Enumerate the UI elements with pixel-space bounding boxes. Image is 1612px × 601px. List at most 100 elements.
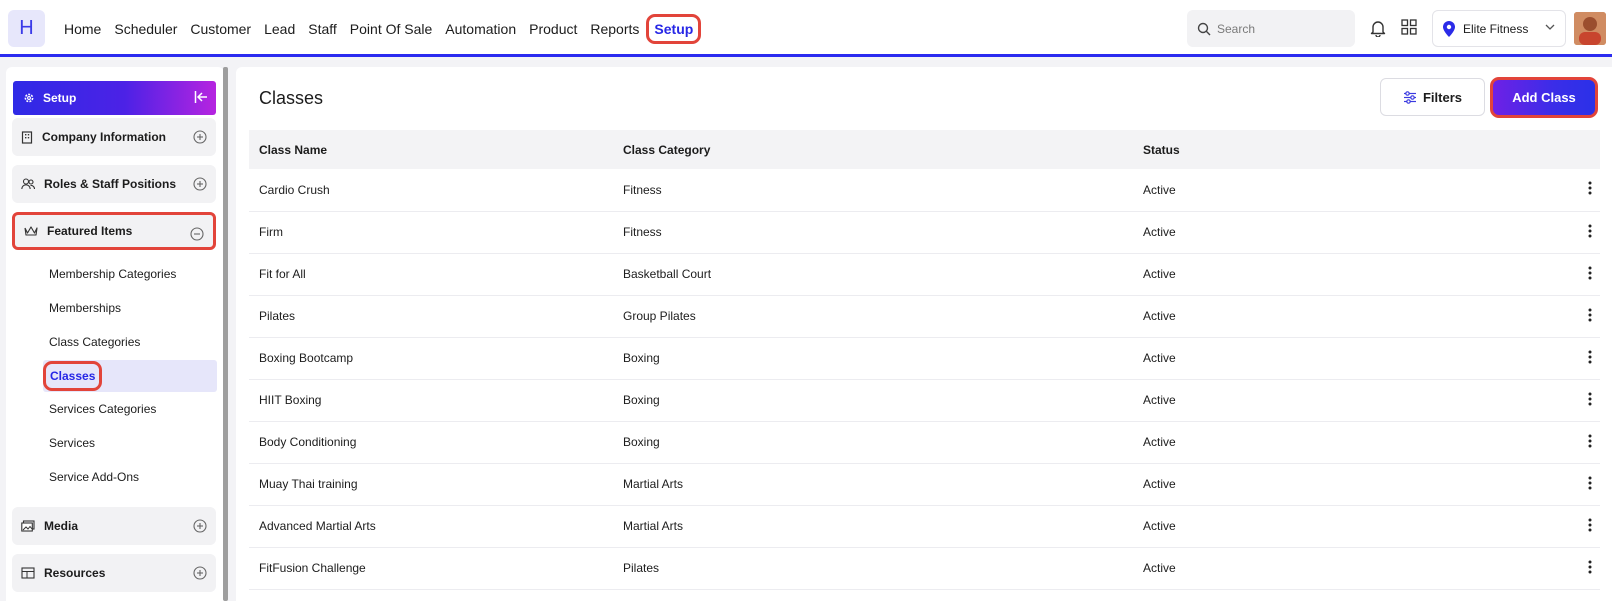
app-logo[interactable]: H xyxy=(8,10,45,47)
sidebar-item-classes[interactable]: Classes xyxy=(43,360,217,392)
table-row[interactable]: Firm Fitness Active xyxy=(249,211,1600,253)
row-actions[interactable] xyxy=(1553,505,1600,547)
plus-circle-icon[interactable] xyxy=(193,519,207,533)
kebab-menu-icon[interactable] xyxy=(1588,560,1592,574)
table-row[interactable]: FitFusion Challenge Pilates Active xyxy=(249,547,1600,589)
row-actions[interactable] xyxy=(1553,295,1600,337)
building-icon xyxy=(21,130,33,144)
cell-status: Active xyxy=(1143,225,1176,239)
nav-item-staff[interactable]: Staff xyxy=(308,21,337,37)
sidebar-group-resources[interactable]: Resources xyxy=(12,554,216,592)
row-actions[interactable] xyxy=(1553,211,1600,253)
sidebar-scrollbar[interactable] xyxy=(223,67,228,601)
cell-status: Active xyxy=(1143,309,1176,323)
cell-status: Active xyxy=(1143,351,1176,365)
cell-status: Active xyxy=(1143,182,1176,197)
sidebar-item-membership-categories[interactable]: Membership Categories xyxy=(49,267,176,281)
sidebar-group-roles-staff-positions[interactable]: Roles & Staff Positions xyxy=(12,165,216,203)
row-actions[interactable] xyxy=(1553,379,1600,421)
nav-item-product[interactable]: Product xyxy=(529,21,577,37)
users-icon xyxy=(21,178,35,190)
bell-icon[interactable] xyxy=(1370,19,1386,37)
nav-item-reports[interactable]: Reports xyxy=(590,21,639,37)
nav-item-home[interactable]: Home xyxy=(64,21,101,37)
minus-circle-icon[interactable] xyxy=(190,227,204,241)
table-row[interactable]: Body Conditioning Boxing Active xyxy=(249,421,1600,463)
location-selector[interactable]: Elite Fitness xyxy=(1432,10,1566,47)
search-icon xyxy=(1197,22,1211,35)
apps-grid-icon[interactable] xyxy=(1401,19,1417,35)
row-actions[interactable] xyxy=(1553,421,1600,463)
column-header-class-name[interactable]: Class Name xyxy=(249,130,613,169)
search-input[interactable] xyxy=(1217,21,1347,36)
kebab-menu-icon[interactable] xyxy=(1588,308,1592,322)
filters-button[interactable]: Filters xyxy=(1380,78,1485,116)
cell-class-category: Boxing xyxy=(623,351,660,365)
main-panel: Classes Filters Add Class Class Name Cla… xyxy=(236,67,1612,601)
table-row[interactable]: Muay Thai training Martial Arts Active xyxy=(249,463,1600,505)
sidebar-group-label: Featured Items xyxy=(47,224,133,238)
location-name: Elite Fitness xyxy=(1463,21,1529,36)
top-bar: H Home Scheduler Customer Lead Staff Poi… xyxy=(0,0,1612,57)
gear-icon xyxy=(24,93,34,103)
nav-item-automation[interactable]: Automation xyxy=(445,21,516,37)
plus-circle-icon[interactable] xyxy=(193,130,207,144)
chevron-down-icon xyxy=(1545,24,1555,30)
sidebar-item-label: Classes xyxy=(43,361,103,391)
row-actions[interactable] xyxy=(1553,547,1600,589)
avatar[interactable] xyxy=(1574,12,1606,45)
avatar-photo-icon xyxy=(1574,12,1606,45)
column-header-class-category[interactable]: Class Category xyxy=(613,130,1133,169)
kebab-menu-icon[interactable] xyxy=(1588,392,1592,406)
column-header-status[interactable]: Status xyxy=(1133,130,1553,169)
row-actions[interactable] xyxy=(1553,337,1600,379)
cell-class-category: Fitness xyxy=(623,182,662,197)
plus-circle-icon[interactable] xyxy=(193,177,207,191)
cell-class-name: Advanced Martial Arts xyxy=(259,519,376,533)
kebab-menu-icon[interactable] xyxy=(1588,434,1592,448)
nav-item-point-of-sale[interactable]: Point Of Sale xyxy=(350,21,433,37)
sidebar-item-memberships[interactable]: Memberships xyxy=(49,301,121,315)
table-row[interactable]: Boxing Bootcamp Boxing Active xyxy=(249,337,1600,379)
cell-class-name: Cardio Crush xyxy=(259,182,330,197)
sidebar-group-company-information[interactable]: Company Information xyxy=(12,118,216,156)
cell-class-category: Group Pilates xyxy=(623,309,696,323)
kebab-menu-icon[interactable] xyxy=(1588,224,1592,238)
cell-class-name: Body Conditioning xyxy=(259,435,357,449)
row-actions[interactable] xyxy=(1553,463,1600,505)
table-row[interactable]: HIIT Boxing Boxing Active xyxy=(249,379,1600,421)
nav-item-lead[interactable]: Lead xyxy=(264,21,295,37)
cell-status: Active xyxy=(1143,267,1176,281)
add-class-button[interactable]: Add Class xyxy=(1490,77,1598,118)
plus-circle-icon[interactable] xyxy=(193,566,207,580)
kebab-menu-icon[interactable] xyxy=(1588,518,1592,532)
table-row[interactable]: Fit for All Basketball Court Active xyxy=(249,253,1600,295)
sidebar-item-services[interactable]: Services xyxy=(49,436,95,450)
kebab-menu-icon[interactable] xyxy=(1588,476,1592,490)
location-pin-icon xyxy=(1443,20,1455,37)
kebab-menu-icon[interactable] xyxy=(1588,181,1592,195)
kebab-menu-icon[interactable] xyxy=(1588,266,1592,280)
search-box[interactable] xyxy=(1187,10,1355,47)
nav-item-scheduler[interactable]: Scheduler xyxy=(114,21,177,37)
page-title: Classes xyxy=(259,88,324,108)
nav-item-setup[interactable]: Setup xyxy=(646,13,702,44)
cell-status: Active xyxy=(1143,435,1176,449)
row-actions[interactable] xyxy=(1553,169,1600,211)
collapse-left-icon[interactable] xyxy=(194,90,208,104)
kebab-menu-icon[interactable] xyxy=(1588,350,1592,364)
sidebar-item-service-add-ons[interactable]: Service Add-Ons xyxy=(49,470,139,484)
table-row[interactable]: Pilates Group Pilates Active xyxy=(249,295,1600,337)
sidebar-group-featured-items[interactable]: Featured Items xyxy=(12,212,216,250)
table-row[interactable]: Advanced Martial Arts Martial Arts Active xyxy=(249,505,1600,547)
table-row[interactable]: Cardio Crush Fitness Active xyxy=(249,169,1600,211)
nav-item-customer[interactable]: Customer xyxy=(190,21,251,37)
cell-class-category: Martial Arts xyxy=(623,477,684,491)
sidebar: Setup Company Information Roles & Staff … xyxy=(6,67,224,601)
sliders-icon xyxy=(1403,90,1416,104)
sidebar-item-services-categories[interactable]: Services Categories xyxy=(49,402,156,416)
cell-status: Active xyxy=(1143,477,1176,491)
sidebar-group-media[interactable]: Media xyxy=(12,507,216,545)
row-actions[interactable] xyxy=(1553,253,1600,295)
sidebar-item-class-categories[interactable]: Class Categories xyxy=(49,335,140,349)
